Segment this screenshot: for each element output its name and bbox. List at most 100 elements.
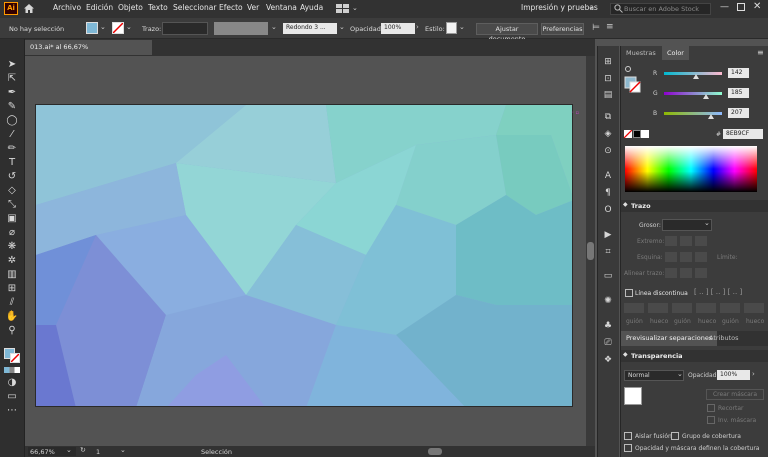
blue-value-input[interactable]: 207	[728, 108, 749, 118]
collapse-arrow-icon[interactable]: ◆	[623, 351, 628, 358]
document-tab[interactable]: 013.ai* al 66,67% (RGB/Previsualizar)	[25, 40, 152, 66]
chevron-down-icon[interactable]: ⌄	[271, 23, 277, 31]
chevron-down-icon[interactable]: ⌄	[339, 23, 345, 31]
bounding-handle[interactable]: ◦ ▫	[571, 110, 579, 116]
stroke-swatch[interactable]	[112, 22, 124, 34]
dashed-line-checkbox[interactable]	[625, 289, 633, 297]
style-swatch[interactable]	[446, 22, 457, 34]
tab-swatches[interactable]: Muestras	[621, 46, 661, 60]
vertical-scrollbar[interactable]	[586, 56, 595, 446]
variable-width-profile[interactable]	[214, 22, 268, 35]
opacity-mask-checkbox[interactable]	[624, 444, 632, 452]
green-slider[interactable]	[664, 92, 722, 95]
color-spectrum[interactable]	[625, 146, 757, 192]
chevron-right-icon[interactable]: ›	[416, 23, 419, 31]
screen-mode-icon[interactable]: ▭	[5, 391, 19, 403]
fit-document-button[interactable]: Ajustar documento	[476, 23, 538, 43]
cap-buttons[interactable]	[665, 236, 707, 246]
green-slider-thumb[interactable]	[703, 94, 710, 99]
menu-ayuda[interactable]: Ayuda	[300, 3, 323, 12]
opentype-panel-icon[interactable]: O	[602, 204, 614, 216]
eyedropper-tool-icon[interactable]: ⌀	[5, 227, 19, 239]
menu-ventana[interactable]: Ventana	[266, 3, 297, 12]
chevron-down-icon[interactable]: ⌄	[588, 3, 594, 11]
green-value-input[interactable]: 185	[728, 88, 749, 98]
slice-tool-icon[interactable]: ⫽	[5, 297, 19, 309]
scale-tool-icon[interactable]: ⤡	[5, 199, 19, 211]
free-transform-tool-icon[interactable]: ▣	[5, 213, 19, 225]
menu-edicion[interactable]: Edición	[86, 3, 113, 12]
more-tools-icon[interactable]: ⋯	[5, 405, 19, 417]
zoom-tool-icon[interactable]: ⚲	[5, 325, 19, 337]
knockout-group-checkbox[interactable]	[671, 432, 679, 440]
align-stroke-buttons[interactable]	[665, 268, 707, 278]
blend-mode-select[interactable]: Normal	[624, 370, 684, 381]
tab-color[interactable]: Color	[662, 46, 689, 60]
menu-icon[interactable]: ≡	[606, 22, 614, 32]
stroke-weight-stepper[interactable]	[162, 22, 208, 35]
color-fill-stroke-icon[interactable]	[624, 65, 641, 93]
chevron-down-icon[interactable]: ⌄	[100, 23, 106, 31]
draw-mode-icon[interactable]: ◑	[5, 377, 19, 389]
variables-panel-icon[interactable]: ⌗	[602, 246, 614, 258]
artboard-tool-icon[interactable]: ⊞	[5, 283, 19, 295]
artboard[interactable]	[35, 104, 573, 407]
graphic-styles-icon[interactable]: ⎚	[602, 337, 614, 349]
actions-panel-icon[interactable]: ▶	[602, 229, 614, 241]
make-mask-button[interactable]: Crear máscara	[706, 389, 764, 400]
blend-tool-icon[interactable]: ❋	[5, 241, 19, 253]
rotate-tool-icon[interactable]: ↺	[5, 171, 19, 183]
menu-texto[interactable]: Texto	[148, 3, 168, 12]
asset-export-icon[interactable]: ⧉	[602, 111, 614, 123]
scroll-thumb[interactable]	[587, 242, 594, 260]
direct-selection-tool-icon[interactable]: ⇱	[5, 73, 19, 85]
close-icon[interactable]: ✕	[753, 1, 761, 12]
curvature-tool-icon[interactable]: ✎	[5, 101, 19, 113]
collapse-arrow-icon[interactable]: ◆	[623, 201, 628, 208]
rotate-view-icon[interactable]: ↻	[80, 446, 86, 454]
transparency-panel-header[interactable]: Transparencia	[621, 350, 768, 362]
none-swatch[interactable]	[624, 130, 632, 138]
isolate-blending-checkbox[interactable]	[624, 432, 632, 440]
paragraph-panel-icon[interactable]: ¶	[602, 187, 614, 199]
pen-tool-icon[interactable]: ✒	[5, 87, 19, 99]
hex-input[interactable]: 8EB9CF	[723, 129, 763, 139]
chevron-down-icon[interactable]: ⌄	[704, 219, 710, 227]
red-value-input[interactable]: 142	[728, 68, 749, 78]
appearance-link-icon[interactable]: ⊙	[602, 145, 614, 157]
maximize-icon[interactable]	[737, 3, 745, 11]
blue-slider-thumb[interactable]	[708, 114, 715, 119]
hand-tool-icon[interactable]: ✋	[5, 311, 19, 323]
dash-fields[interactable]	[624, 303, 764, 313]
workspace-switcher[interactable]: Impresión y pruebas	[521, 3, 598, 12]
layers-panel-icon[interactable]: ◈	[602, 128, 614, 140]
column-graph-tool-icon[interactable]: ▥	[5, 269, 19, 281]
chevron-down-icon[interactable]: ⌄	[66, 446, 72, 454]
paintbrush-tool-icon[interactable]: ⁄	[5, 129, 19, 141]
chevron-right-icon[interactable]: ›	[752, 370, 755, 378]
align-icon[interactable]: ⊨	[592, 23, 600, 33]
chevron-down-icon[interactable]: ⌄	[459, 23, 465, 31]
transparency-opacity-input[interactable]: 100%	[717, 370, 750, 380]
red-slider-thumb[interactable]	[693, 74, 700, 79]
opacity-input[interactable]: 100%	[381, 23, 415, 34]
menu-ver[interactable]: Ver	[247, 3, 259, 12]
white-swatch[interactable]	[641, 130, 649, 138]
character-panel-icon[interactable]: A	[602, 170, 614, 182]
menu-seleccionar[interactable]: Seleccionar	[173, 3, 216, 12]
stroke-panel-header[interactable]: Trazo	[621, 200, 768, 212]
dash-pattern-buttons[interactable]: [ ‥ ] [ ‥ ] [ ‥ ]	[694, 288, 764, 298]
clip-checkbox[interactable]	[707, 404, 715, 412]
panel-menu-icon[interactable]: ≡	[757, 48, 764, 57]
chevron-down-icon[interactable]: ⌄	[352, 4, 358, 12]
cc-libraries-icon[interactable]: ⊡	[602, 73, 614, 85]
minimize-icon[interactable]: —	[720, 2, 729, 12]
type-tool-icon[interactable]: T	[5, 157, 19, 169]
horizontal-scroll-thumb[interactable]	[428, 448, 442, 455]
shaper-tool-icon[interactable]: ✏	[5, 143, 19, 155]
menu-archivo[interactable]: Archivo	[53, 3, 81, 12]
chevron-down-icon[interactable]: ⌄	[120, 446, 126, 454]
color-mode-icons[interactable]	[4, 367, 20, 373]
corner-buttons[interactable]	[665, 252, 707, 262]
chevron-down-icon[interactable]: ⌄	[126, 23, 132, 31]
